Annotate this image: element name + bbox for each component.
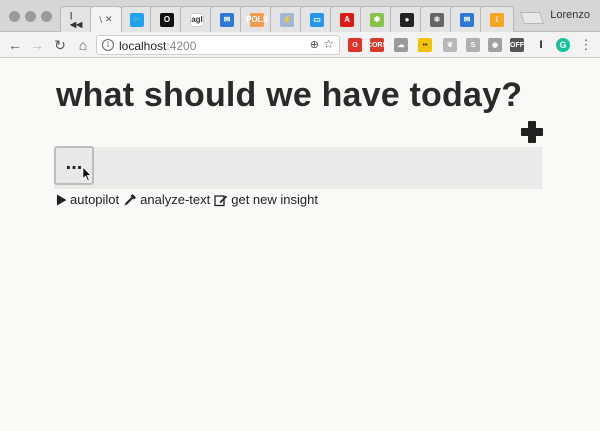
tab-strip: |◀◀ 🐦 Oagl ✉ POLS ⚡ ▭ A ✱ ● ⚛ ✉ i \ ✕ Lorenzo <box>0 0 600 32</box>
opera-o-icon: O <box>160 12 174 27</box>
add-plus-icon[interactable] <box>521 121 543 143</box>
inbox-icon-2: ✉ <box>460 12 474 27</box>
browser-tab[interactable]: O <box>150 6 184 32</box>
browser-tab[interactable]: A <box>330 6 364 32</box>
reload-button[interactable]: ↻ <box>51 36 69 54</box>
site-info-icon[interactable]: i <box>102 39 114 51</box>
analyze-text-action[interactable]: analyze-text <box>123 192 210 207</box>
browser-tab[interactable]: i <box>480 6 514 32</box>
browser-tab[interactable]: ✱ <box>360 6 394 32</box>
eyedropper-icon <box>124 193 137 205</box>
cors-icon[interactable]: CORS <box>367 38 387 52</box>
inbox-icon: ✉ <box>220 12 234 27</box>
github-icon: ● <box>400 12 414 27</box>
browser-tab[interactable]: |◀◀ <box>60 6 94 32</box>
browser-tab[interactable]: ✉ <box>210 6 244 32</box>
url-text: localhost:4200 <box>119 39 196 53</box>
docker-icon: ▭ <box>310 12 324 27</box>
grammarly-icon[interactable]: G <box>556 38 570 52</box>
cursor-i-icon[interactable]: I <box>534 38 548 52</box>
mouse-cursor-icon <box>82 166 93 182</box>
cloud-icon[interactable]: ☁ <box>394 38 408 52</box>
play-icon <box>57 194 67 205</box>
close-window-button[interactable] <box>9 11 20 22</box>
angular-icon: A <box>340 12 354 27</box>
browser-tab[interactable]: ● <box>390 6 424 32</box>
browser-tab[interactable]: ✉ <box>450 6 484 32</box>
edit-icon <box>214 194 228 206</box>
browser-tab[interactable]: ⚡ <box>270 6 304 32</box>
url-port: :4200 <box>166 39 197 53</box>
zoom-icon[interactable]: ⊕ <box>310 38 319 51</box>
action-bar: autopilot analyze-text get new insight <box>56 192 322 207</box>
skype-icon[interactable]: S <box>466 38 480 52</box>
bookmark-star-icon[interactable]: ☆ <box>323 37 334 51</box>
off-icon[interactable]: OFF <box>510 38 524 52</box>
browser-tab[interactable]: 🐦 <box>120 6 154 32</box>
get-new-insight-action[interactable]: get new insight <box>214 192 318 207</box>
page-title: what should we have today? <box>56 76 523 114</box>
minimize-window-button[interactable] <box>25 11 36 22</box>
browser-toolbar: ← → ↻ ⌂ i localhost:4200 ⊕ ☆ O CORS ☁ •• ❦ S ◉… <box>0 32 600 58</box>
active-tab-label: \ <box>99 14 102 25</box>
input-bar[interactable] <box>54 147 542 189</box>
new-tab-button[interactable] <box>519 12 545 24</box>
agl-icon: agl <box>190 12 204 27</box>
atom-icon: ⚛ <box>430 12 444 27</box>
get-new-insight-label: get new insight <box>231 192 318 207</box>
twitter-icon: 🐦 <box>130 12 144 27</box>
autopilot-label: autopilot <box>70 192 120 207</box>
polls-icon: POLS <box>246 12 268 27</box>
autopilot-action[interactable]: autopilot <box>56 192 119 207</box>
leaf-icon[interactable]: ❦ <box>443 38 457 52</box>
media-controls-icon: |◀◀ <box>70 10 84 29</box>
active-tab[interactable]: \ ✕ <box>90 6 122 32</box>
home-button[interactable]: ⌂ <box>74 36 92 54</box>
maximize-window-button[interactable] <box>41 11 52 22</box>
browser-menu-button[interactable]: ⋮ <box>577 36 595 54</box>
browser-tab[interactable]: agl <box>180 6 214 32</box>
browser-tab[interactable]: ⚛ <box>420 6 454 32</box>
back-button[interactable]: ← <box>6 36 24 54</box>
gear-green-icon: ✱ <box>370 12 384 27</box>
close-tab-icon[interactable]: ✕ <box>105 14 113 25</box>
browser-tab[interactable]: POLS <box>240 6 274 32</box>
address-bar[interactable]: i localhost:4200 ⊕ ☆ <box>96 35 340 55</box>
opera-red-icon[interactable]: O <box>348 38 362 52</box>
camera-icon[interactable]: ◉ <box>488 38 502 52</box>
yellow-face-icon[interactable]: •• <box>418 38 432 52</box>
forward-button[interactable]: → <box>28 36 46 54</box>
analyze-text-label: analyze-text <box>140 192 211 207</box>
profile-name[interactable]: Lorenzo <box>550 9 590 21</box>
info-orange-icon: i <box>490 12 504 27</box>
browser-tab[interactable]: ▭ <box>300 6 334 32</box>
url-host: localhost <box>119 39 167 53</box>
bolt-icon: ⚡ <box>280 12 294 27</box>
